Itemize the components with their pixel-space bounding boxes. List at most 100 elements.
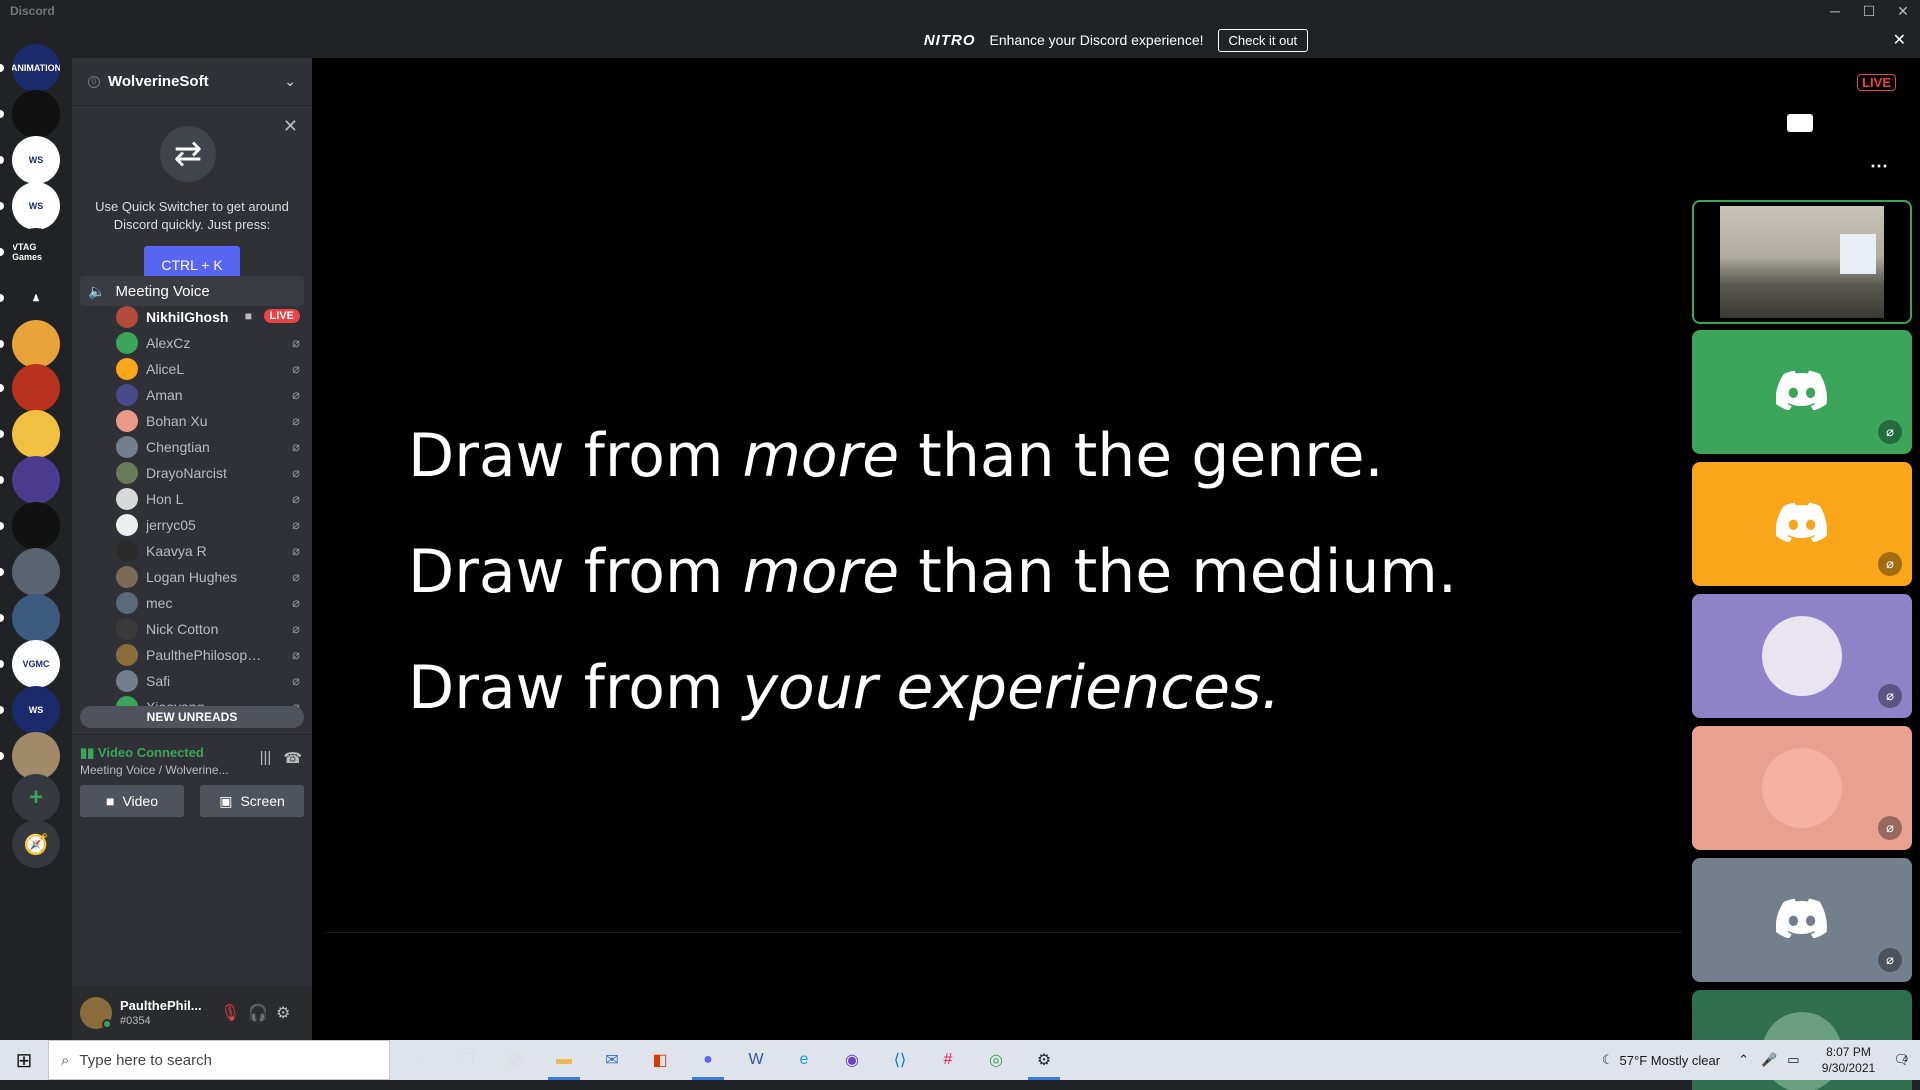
voice-member-row[interactable]: Aman ⌀ (72, 382, 312, 408)
noise-suppression-icon[interactable]: ||| (260, 749, 272, 767)
mail-icon[interactable]: ✉ (588, 1040, 636, 1080)
file-explorer-icon[interactable]: ▬ (540, 1040, 588, 1080)
unread-indicator (0, 248, 4, 256)
disconnect-icon[interactable]: ☎ (283, 749, 302, 767)
avatar (116, 644, 138, 666)
member-name: jerryc05 (146, 517, 196, 533)
voice-member-row[interactable]: AlexCz ⌀ (72, 330, 312, 356)
voice-member-row[interactable]: Safi ⌀ (72, 668, 312, 694)
server-icon[interactable] (12, 594, 60, 642)
microphone-icon[interactable]: 🎤 (1761, 1052, 1777, 1068)
close-icon[interactable]: ✕ (283, 116, 298, 137)
voice-member-row[interactable]: DrayoNarcist ⌀ (72, 460, 312, 486)
muted-mic-icon: ⌀ (292, 569, 300, 584)
channel-sidebar: 0 WolverineSoft ⌄ ✕ ⇄ Use Quick Switcher… (72, 58, 312, 1040)
edge-icon[interactable]: e (780, 1040, 828, 1080)
server-icon[interactable]: WS (12, 136, 60, 184)
maximize-icon[interactable]: ☐ (1852, 0, 1886, 22)
task-view-icon[interactable]: ❐ (444, 1040, 492, 1080)
mute-mic-icon[interactable]: 🎙 (220, 1003, 240, 1023)
server-icon[interactable] (12, 364, 60, 412)
server-icon[interactable] (12, 90, 60, 138)
steam-icon[interactable]: ⚙ (1020, 1040, 1068, 1080)
voice-member-row[interactable]: Chengtian ⌀ (72, 434, 312, 460)
server-icon[interactable]: WS (12, 182, 60, 230)
video-button[interactable]: ■ Video (80, 785, 184, 817)
discord-icon[interactable]: ● (684, 1040, 732, 1080)
stream-stage[interactable]: Draw from more than the genre. Draw from… (312, 58, 1920, 1040)
avatar (1762, 748, 1842, 828)
member-name: Chengtian (146, 439, 210, 455)
more-options-icon[interactable]: ⋯ (1870, 156, 1888, 177)
server-icon[interactable]: WS (12, 686, 60, 734)
screen-share-button[interactable]: ▣ Screen (200, 785, 304, 817)
chrome-icon[interactable]: ◎ (972, 1040, 1020, 1080)
voice-member-row[interactable]: mec ⌀ (72, 590, 312, 616)
vscode-icon[interactable]: ⟨⟩ (876, 1040, 924, 1080)
battery-icon[interactable]: ▭ (1787, 1052, 1799, 1068)
word-icon[interactable]: W (732, 1040, 780, 1080)
slide-content: Draw from more than the genre. Draw from… (408, 398, 1608, 746)
voice-panel-icons: ||| ☎ (260, 749, 302, 767)
weather-text[interactable]: 57°F Mostly clear (1620, 1053, 1721, 1068)
voice-channel-path[interactable]: Meeting Voice / Wolverine... (80, 763, 230, 777)
nitro-cta-button[interactable]: Check it out (1217, 28, 1309, 52)
notifications-icon[interactable]: 🗨 4 (1893, 1052, 1910, 1068)
voice-member-row[interactable]: PaulthePhilosophy... ⌀ (72, 642, 312, 668)
github-icon[interactable]: ◉ (828, 1040, 876, 1080)
clock-time: 8:07 PM (1826, 1045, 1871, 1059)
voice-member-row[interactable]: Bohan Xu ⌀ (72, 408, 312, 434)
chevron-up-icon[interactable]: ⌃ (1738, 1052, 1749, 1068)
voice-member-row[interactable]: AliceL ⌀ (72, 356, 312, 382)
close-icon[interactable]: ✕ (1886, 0, 1920, 22)
headphones-icon[interactable]: 🎧 (248, 1003, 268, 1023)
voice-member-row[interactable]: Hon L ⌀ (72, 486, 312, 512)
windows-start-icon[interactable]: ⊞ (0, 1040, 48, 1080)
voice-member-row[interactable]: Logan Hughes ⌀ (72, 564, 312, 590)
voice-member-row[interactable]: jerryc05 ⌀ (72, 512, 312, 538)
participant-tile[interactable] (1692, 200, 1912, 324)
user-panel: PaulthePhil... #0354 🎙 🎧 ⚙ (72, 986, 312, 1040)
unread-indicator (0, 64, 4, 72)
server-icon[interactable]: ♟ (12, 274, 60, 322)
guild-header[interactable]: 0 WolverineSoft ⌄ (72, 58, 312, 106)
server-icon[interactable]: ANIMATION (12, 44, 60, 92)
server-icon[interactable] (12, 732, 60, 780)
minimize-icon[interactable]: ─ (1818, 0, 1852, 22)
explore-servers-icon[interactable]: 🧭 (12, 820, 60, 868)
avatar (116, 358, 138, 380)
stream-preview[interactable]: LIVE ⋯ (1692, 58, 1912, 188)
store-icon[interactable]: 🛍 (492, 1040, 540, 1080)
server-icon[interactable] (12, 548, 60, 596)
participant-tile[interactable]: ⌀ (1692, 462, 1912, 586)
voice-channel-meeting[interactable]: 🔈 Meeting Voice (80, 276, 304, 306)
new-unreads-bar[interactable]: NEW UNREADS (80, 706, 304, 728)
voice-member-row[interactable]: NikhilGhosh ■ LIVE (72, 304, 312, 330)
add-server-icon[interactable]: + (12, 774, 60, 822)
chevron-down-icon[interactable]: ⌄ (284, 73, 296, 90)
online-status-icon (102, 1019, 112, 1029)
slack-icon[interactable]: # (924, 1040, 972, 1080)
server-icon[interactable] (12, 410, 60, 458)
server-icon[interactable]: VTAG Games (12, 228, 60, 276)
stage-divider (324, 932, 1682, 933)
server-icon[interactable]: VGMC (12, 640, 60, 688)
participant-tile[interactable]: ⌀ (1692, 726, 1912, 850)
participant-tile[interactable]: ⌀ (1692, 330, 1912, 454)
voice-member-row[interactable]: Nick Cotton ⌀ (72, 616, 312, 642)
server-icon[interactable] (12, 456, 60, 504)
taskbar-search-input[interactable]: ⌕ Type here to search (48, 1040, 390, 1080)
voice-member-row[interactable]: Kaavya R ⌀ (72, 538, 312, 564)
participant-tile[interactable]: ⌀ (1692, 594, 1912, 718)
server-icon[interactable] (12, 320, 60, 368)
clock[interactable]: 8:07 PM 9/30/2021 (1809, 1044, 1887, 1076)
cortana-icon[interactable]: ○ (396, 1040, 444, 1080)
participant-tile[interactable]: ⌀ (1692, 858, 1912, 982)
close-icon[interactable]: ✕ (1893, 30, 1906, 50)
unread-indicator (0, 156, 4, 164)
office-icon[interactable]: ◧ (636, 1040, 684, 1080)
gear-icon[interactable]: ⚙ (276, 1003, 290, 1023)
server-icon[interactable] (12, 502, 60, 550)
discord-logo-icon (1775, 502, 1828, 543)
muted-mic-icon: ⌀ (292, 465, 300, 480)
